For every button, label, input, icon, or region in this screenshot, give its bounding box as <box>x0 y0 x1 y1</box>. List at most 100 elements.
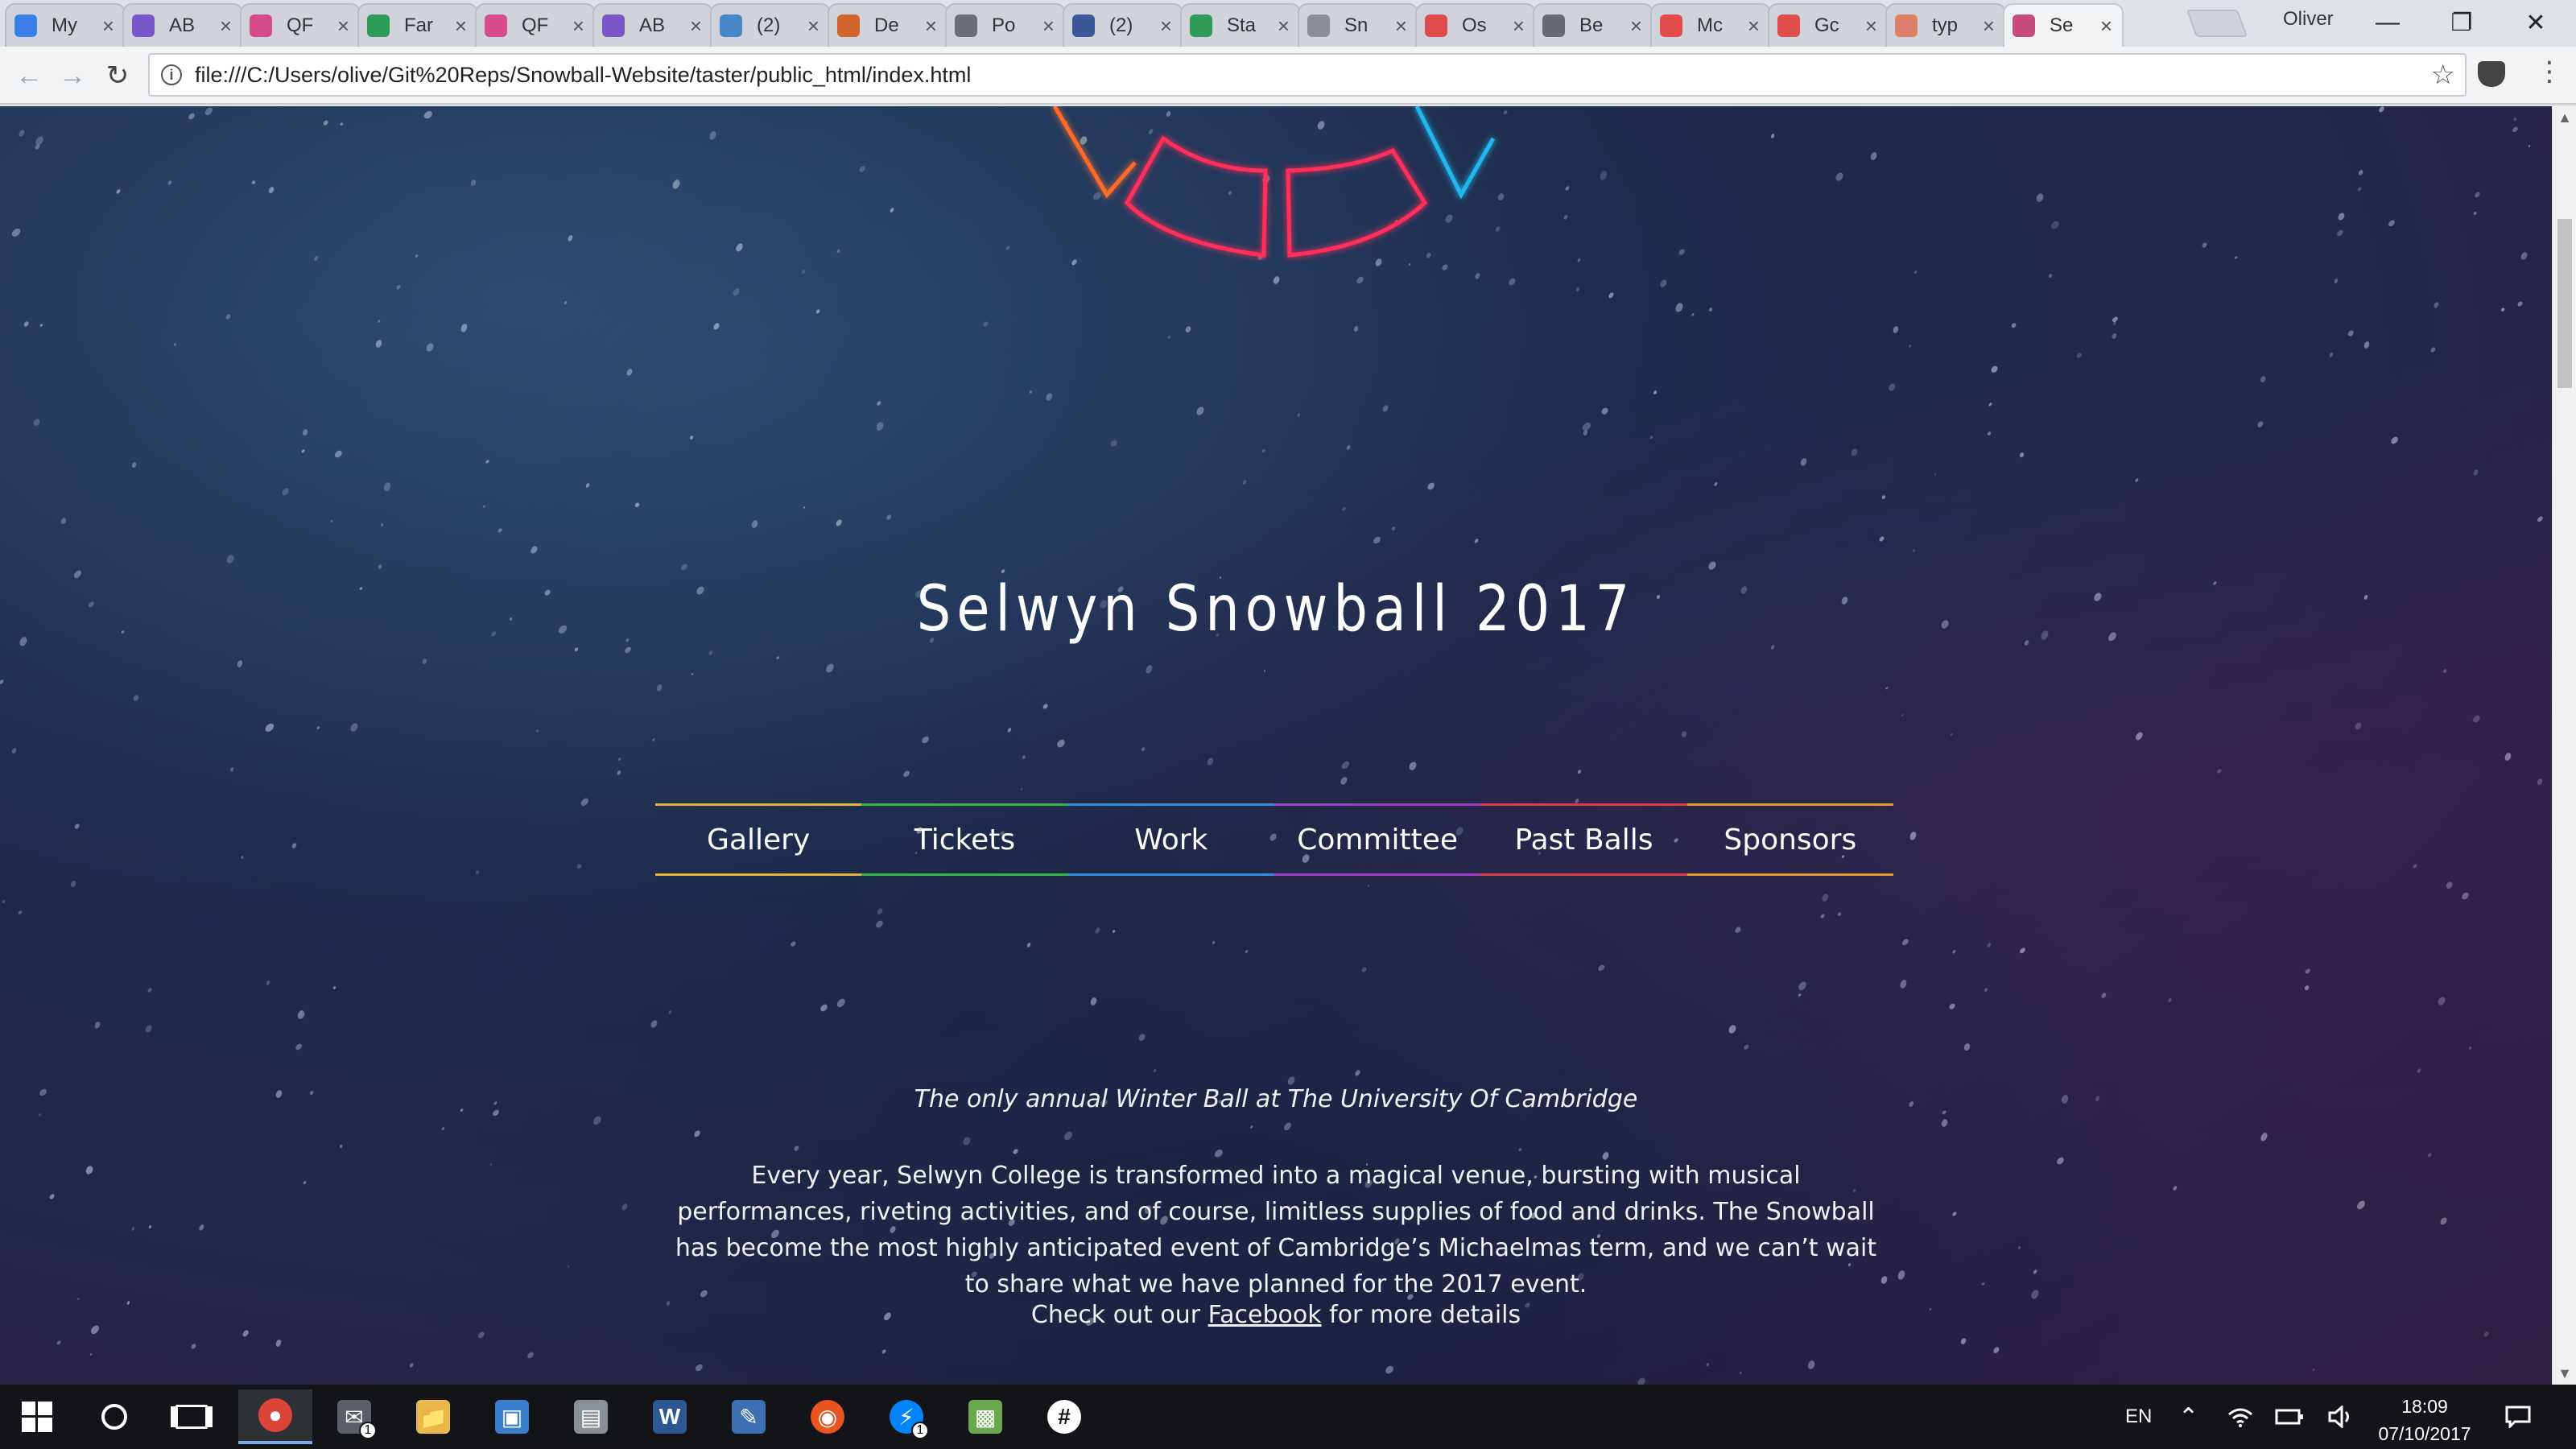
slack-icon[interactable]: # <box>1027 1389 1101 1444</box>
snowflake <box>1384 1364 1396 1376</box>
forward-arrow-icon[interactable]: → <box>53 56 92 95</box>
battery-icon[interactable] <box>2275 1385 2304 1449</box>
snowflake <box>1734 925 1742 934</box>
close-icon[interactable]: × <box>572 15 584 36</box>
snowflake <box>1739 1371 1743 1375</box>
browser-tab[interactable]: Sta × <box>1180 3 1301 47</box>
close-icon[interactable]: × <box>2100 15 2112 36</box>
vertical-scrollbar[interactable]: ▲ ▼ <box>2552 106 2576 1385</box>
volume-icon[interactable] <box>2328 1385 2355 1449</box>
nav-item-tickets[interactable]: Tickets <box>861 803 1068 876</box>
back-arrow-icon[interactable]: ← <box>10 56 48 95</box>
snowflake <box>1345 444 1352 451</box>
file-explorer-icon[interactable]: 📁 <box>396 1389 470 1444</box>
cortana-search-icon[interactable] <box>77 1389 151 1444</box>
minecraft-icon[interactable]: ▩ <box>948 1389 1022 1444</box>
browser-tab[interactable]: QF × <box>475 3 596 47</box>
close-icon[interactable]: × <box>220 15 232 36</box>
snowflake <box>72 568 83 580</box>
nav-item-sponsors[interactable]: Sponsors <box>1686 803 1894 876</box>
chevron-up-icon[interactable]: ⌃ <box>2178 1385 2198 1449</box>
snowflake <box>712 322 721 332</box>
browser-tab[interactable]: Sn × <box>1298 3 1418 47</box>
close-icon[interactable]: × <box>337 15 349 36</box>
facebook-icon <box>1072 14 1095 37</box>
url-text[interactable]: file:///C:/Users/olive/Git%20Reps/Snowba… <box>195 63 971 88</box>
control-panel-icon[interactable]: ▣ <box>475 1389 549 1444</box>
info-icon[interactable]: i <box>161 64 182 85</box>
windows-start-icon[interactable] <box>0 1389 74 1444</box>
browser-tab[interactable]: (2) × <box>1063 3 1183 47</box>
tab-title: Se <box>2050 14 2074 36</box>
address-bar[interactable]: i file:///C:/Users/olive/Git%20Reps/Snow… <box>148 53 2467 97</box>
close-icon[interactable]: × <box>1395 15 1407 36</box>
nav-item-gallery[interactable]: Gallery <box>655 803 862 876</box>
chrome-icon[interactable]: ● <box>238 1389 312 1444</box>
snowflake <box>34 143 41 151</box>
browser-tab[interactable]: AB × <box>592 3 713 47</box>
browser-tab[interactable]: typ × <box>1885 3 2006 47</box>
drawing-icon[interactable]: ✎ <box>712 1389 786 1444</box>
system-clock[interactable]: 18:09 07/10/2017 <box>2376 1393 2473 1447</box>
snowflake <box>2334 278 2339 284</box>
messenger-icon[interactable]: ⚡ 1 <box>869 1389 943 1444</box>
close-icon[interactable]: × <box>1160 15 1172 36</box>
new-tab-button[interactable] <box>2186 10 2248 37</box>
word-icon[interactable]: W <box>633 1389 707 1444</box>
close-icon[interactable]: × <box>1748 15 1760 36</box>
snowflake <box>1340 759 1351 770</box>
language-indicator[interactable]: EN <box>2125 1385 2152 1449</box>
facebook-link[interactable]: Facebook <box>1208 1301 1322 1329</box>
browser-tab[interactable]: Po × <box>945 3 1066 47</box>
nav-item-committee[interactable]: Committee <box>1274 803 1481 876</box>
browser-tab[interactable]: My × <box>5 3 126 47</box>
scrollbar-thumb[interactable] <box>2557 219 2572 388</box>
close-icon[interactable]: × <box>807 15 819 36</box>
browser-tab[interactable]: De × <box>828 3 948 47</box>
close-icon[interactable]: × <box>455 15 467 36</box>
minimize-icon[interactable]: — <box>2351 3 2425 42</box>
close-icon[interactable]: × <box>1513 15 1525 36</box>
browser-tab[interactable]: (2) × <box>710 3 831 47</box>
ubuntu-icon[interactable]: ◉ <box>791 1389 865 1444</box>
snowflake <box>1140 746 1146 753</box>
browser-menu-icon[interactable]: ⋮ <box>2536 58 2563 85</box>
scroll-down-icon[interactable]: ▼ <box>2553 1362 2576 1385</box>
snowflake <box>225 554 236 565</box>
scanner-icon[interactable]: ▤ <box>554 1389 628 1444</box>
snowflake <box>1041 703 1049 711</box>
close-icon[interactable]: × <box>1983 15 1995 36</box>
close-icon[interactable]: × <box>1630 15 1642 36</box>
bookmark-star-icon[interactable]: ☆ <box>2431 59 2455 91</box>
browser-tab[interactable]: AB × <box>122 3 243 47</box>
f-icon <box>1777 14 1800 37</box>
close-window-icon[interactable]: ✕ <box>2499 3 2573 42</box>
notifications-icon[interactable] <box>2505 1385 2531 1449</box>
task-view-icon[interactable] <box>155 1389 229 1444</box>
browser-tab[interactable]: Os × <box>1415 3 1536 47</box>
wifi-icon[interactable] <box>2227 1385 2254 1449</box>
close-icon[interactable]: × <box>1865 15 1877 36</box>
restore-icon[interactable]: ❐ <box>2425 3 2499 42</box>
browser-tab[interactable]: Far × <box>357 3 478 47</box>
browser-tab[interactable]: Gc × <box>1768 3 1889 47</box>
browser-tab[interactable]: Se × <box>2003 3 2124 47</box>
close-icon[interactable]: × <box>1042 15 1055 36</box>
profile-button[interactable]: Oliver <box>2283 8 2334 31</box>
snowflake <box>1885 686 1889 690</box>
scroll-up-icon[interactable]: ▲ <box>2553 106 2576 129</box>
nav-item-work[interactable]: Work <box>1067 803 1275 876</box>
snowflake <box>2482 1331 2490 1338</box>
browser-tab[interactable]: Mc × <box>1650 3 1771 47</box>
close-icon[interactable]: × <box>1278 15 1290 36</box>
nav-item-past-balls[interactable]: Past Balls <box>1480 803 1687 876</box>
reload-icon[interactable]: ↻ <box>98 56 137 95</box>
mail-icon[interactable]: ✉ 1 <box>317 1389 391 1444</box>
close-icon[interactable]: × <box>690 15 702 36</box>
pocket-extension-icon[interactable] <box>2478 61 2505 87</box>
close-icon[interactable]: × <box>102 15 114 36</box>
snowflake <box>1600 407 1609 416</box>
close-icon[interactable]: × <box>925 15 937 36</box>
browser-tab[interactable]: Be × <box>1533 3 1653 47</box>
browser-tab[interactable]: QF × <box>240 3 361 47</box>
